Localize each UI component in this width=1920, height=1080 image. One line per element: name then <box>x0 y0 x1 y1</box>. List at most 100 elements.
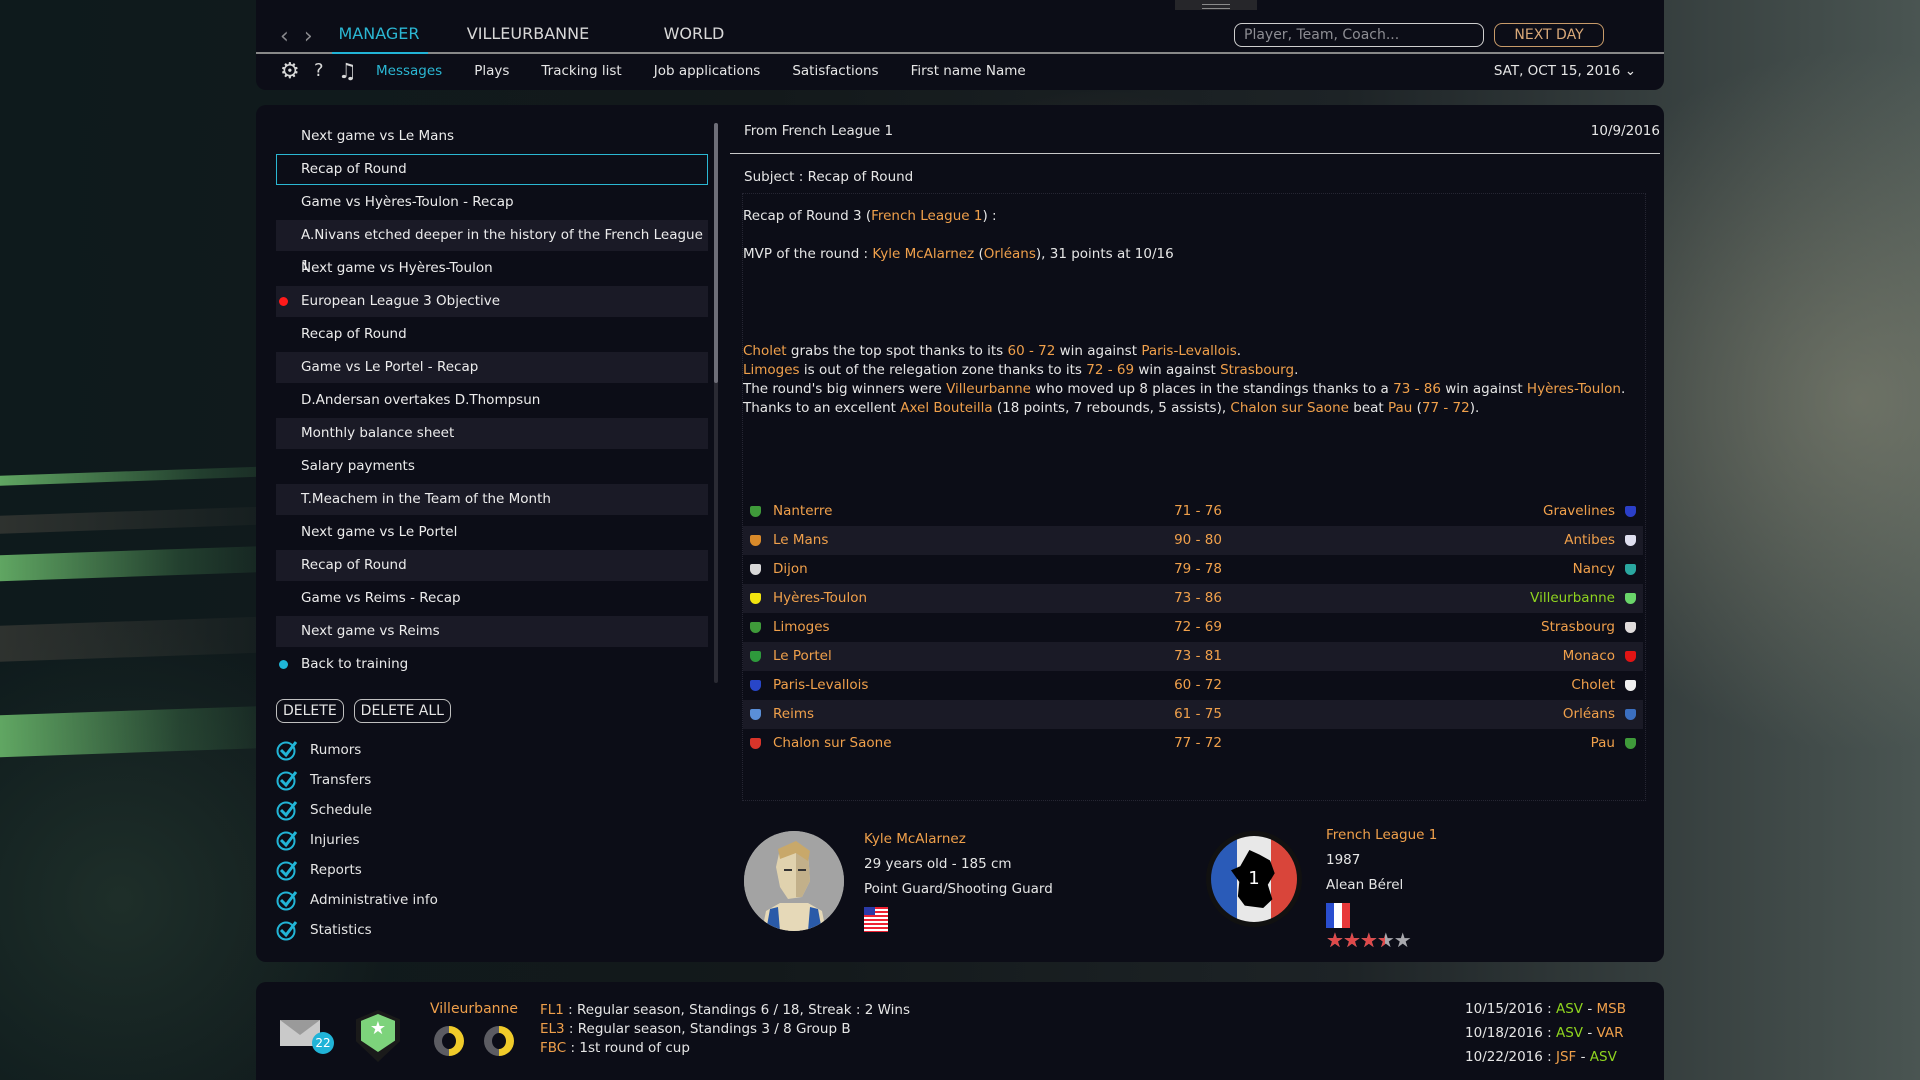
result-row[interactable]: Paris-Levallois 60 - 72 Cholet <box>743 671 1643 700</box>
tab-villeurbanne[interactable]: VILLEURBANNE <box>426 24 630 54</box>
delete-button[interactable]: DELETE <box>276 699 344 723</box>
away-team[interactable]: Gravelines <box>1543 497 1615 526</box>
message-list-item[interactable]: Game vs Le Portel - Recap <box>276 352 708 383</box>
home-team[interactable]: Hyères-Toulon <box>773 584 867 613</box>
result-row[interactable]: Le Mans 90 - 80 Antibes <box>743 526 1643 555</box>
message-list-item[interactable]: Monthly balance sheet <box>276 418 708 449</box>
highlight-link[interactable]: Chalon sur Saone <box>1230 400 1349 416</box>
league-name[interactable]: French League 1 <box>1326 823 1586 848</box>
fixture-line[interactable]: 10/18/2016 : ASV - VAR <box>1465 1021 1626 1045</box>
message-list-item[interactable]: Next game vs Le Mans <box>276 121 708 152</box>
highlight-link[interactable]: Paris-Levallois <box>1141 343 1236 359</box>
league-logo[interactable]: 1 <box>1206 831 1302 927</box>
away-team[interactable]: Orléans <box>1563 700 1615 729</box>
highlight-link[interactable]: Cholet <box>743 343 787 359</box>
message-list-item[interactable]: Back to training <box>276 649 708 680</box>
subtab-tracking-list[interactable]: Tracking list <box>541 63 621 79</box>
away-team[interactable]: Pau <box>1591 729 1615 758</box>
subtab-plays[interactable]: Plays <box>474 63 509 79</box>
subtab-profile[interactable]: First name Name <box>911 63 1026 79</box>
filter-checkbox[interactable]: Injuries <box>276 825 438 855</box>
filter-checkbox[interactable]: Statistics <box>276 915 438 945</box>
result-row[interactable]: Chalon sur Saone 77 - 72 Pau <box>743 729 1643 758</box>
help-icon[interactable]: ? <box>314 60 324 81</box>
subtab-job-applications[interactable]: Job applications <box>654 63 761 79</box>
message-list-item[interactable]: Next game vs Reims <box>276 616 708 647</box>
tab-manager[interactable]: MANAGER <box>332 24 426 54</box>
home-team[interactable]: Nanterre <box>773 497 832 526</box>
message-list-item[interactable]: A.Nivans etched deeper in the history of… <box>276 220 708 274</box>
next-day-button[interactable]: NEXT DAY <box>1494 23 1604 47</box>
subtab-satisfactions[interactable]: Satisfactions <box>792 63 878 79</box>
highlight-link[interactable]: 77 - 72 <box>1422 400 1470 416</box>
home-team[interactable]: Paris-Levallois <box>773 671 868 700</box>
message-list-scrollbar[interactable] <box>714 123 718 683</box>
delete-all-button[interactable]: DELETE ALL <box>353 699 451 723</box>
filter-checkbox[interactable]: Rumors <box>276 735 438 765</box>
competition-code[interactable]: EL3 <box>540 1021 565 1037</box>
subtab-messages[interactable]: Messages <box>376 63 442 79</box>
home-team[interactable]: Limoges <box>773 613 830 642</box>
message-list-item[interactable]: Next game vs Hyères-Toulon <box>276 253 708 284</box>
highlight-link[interactable]: Hyères-Toulon <box>1527 381 1621 397</box>
highlight-link[interactable]: Limoges <box>743 362 800 378</box>
home-team[interactable]: Dijon <box>773 555 808 584</box>
highlight-link[interactable]: 73 - 86 <box>1393 381 1441 397</box>
competition-code[interactable]: FL1 <box>540 1002 564 1018</box>
forward-arrow-icon[interactable]: › <box>304 24 317 49</box>
away-team[interactable]: Antibes <box>1564 526 1615 555</box>
highlight-link[interactable]: Pau <box>1388 400 1412 416</box>
club-name[interactable]: Villeurbanne <box>430 1001 518 1017</box>
gear-icon[interactable]: ⚙ <box>280 59 300 84</box>
player-name[interactable]: Kyle McAlarnez <box>864 827 1124 852</box>
filter-checkbox[interactable]: Administrative info <box>276 885 438 915</box>
back-arrow-icon[interactable]: ‹ <box>280 24 293 49</box>
fixture-line[interactable]: 10/22/2016 : JSF - ASV <box>1465 1045 1626 1069</box>
away-team[interactable]: Cholet <box>1571 671 1615 700</box>
home-team[interactable]: Le Mans <box>773 526 828 555</box>
message-list-item[interactable]: Game vs Reims - Recap <box>276 583 708 614</box>
message-list-item[interactable]: Recap of Round <box>276 154 708 185</box>
scrollbar-thumb[interactable] <box>714 123 718 383</box>
result-row[interactable]: Le Portel 73 - 81 Monaco <box>743 642 1643 671</box>
music-icon[interactable]: ♫ <box>338 59 357 83</box>
message-list-item[interactable]: Recap of Round <box>276 550 708 581</box>
filter-checkbox[interactable]: Schedule <box>276 795 438 825</box>
result-row[interactable]: Limoges 72 - 69 Strasbourg <box>743 613 1643 642</box>
message-list-item[interactable]: European League 3 Objective <box>276 286 708 317</box>
drag-handle[interactable] <box>1175 0 1257 10</box>
player-portrait[interactable] <box>744 831 844 931</box>
highlight-link[interactable]: 60 - 72 <box>1008 343 1056 359</box>
home-team[interactable]: Chalon sur Saone <box>773 729 892 758</box>
club-crest-icon[interactable]: ★ <box>356 1010 400 1062</box>
filter-checkbox[interactable]: Transfers <box>276 765 438 795</box>
filter-checkbox[interactable]: Reports <box>276 855 438 885</box>
league-link[interactable]: French League 1 <box>871 208 982 224</box>
result-row[interactable]: Hyères-Toulon 73 - 86 Villeurbanne <box>743 584 1643 613</box>
mvp-player-link[interactable]: Kyle McAlarnez <box>872 246 974 262</box>
message-list-item[interactable]: Next game vs Le Portel <box>276 517 708 548</box>
highlight-link[interactable]: 72 - 69 <box>1086 362 1134 378</box>
message-list-item[interactable]: T.Meachem in the Team of the Month <box>276 484 708 515</box>
message-list-item[interactable]: Recap of Round <box>276 319 708 350</box>
highlight-link[interactable]: Axel Bouteilla <box>900 400 992 416</box>
result-row[interactable]: Reims 61 - 75 Orléans <box>743 700 1643 729</box>
competition-code[interactable]: FBC <box>540 1040 566 1056</box>
mvp-team-link[interactable]: Orléans <box>984 246 1036 262</box>
message-list-item[interactable]: Salary payments <box>276 451 708 482</box>
fixture-line[interactable]: 10/15/2016 : ASV - MSB <box>1465 997 1626 1021</box>
highlight-link[interactable]: Strasbourg <box>1220 362 1294 378</box>
date-selector[interactable]: SAT, OCT 15, 2016 ⌄ <box>1494 63 1636 79</box>
away-team[interactable]: Villeurbanne <box>1530 584 1615 613</box>
tab-world[interactable]: WORLD <box>630 24 758 54</box>
away-team[interactable]: Monaco <box>1563 642 1615 671</box>
highlight-link[interactable]: Villeurbanne <box>946 381 1031 397</box>
message-list-item[interactable]: Game vs Hyères-Toulon - Recap <box>276 187 708 218</box>
home-team[interactable]: Le Portel <box>773 642 832 671</box>
away-team[interactable]: Nancy <box>1573 555 1615 584</box>
search-input[interactable] <box>1234 23 1484 47</box>
away-team[interactable]: Strasbourg <box>1541 613 1615 642</box>
result-row[interactable]: Nanterre 71 - 76 Gravelines <box>743 497 1643 526</box>
result-row[interactable]: Dijon 79 - 78 Nancy <box>743 555 1643 584</box>
home-team[interactable]: Reims <box>773 700 814 729</box>
